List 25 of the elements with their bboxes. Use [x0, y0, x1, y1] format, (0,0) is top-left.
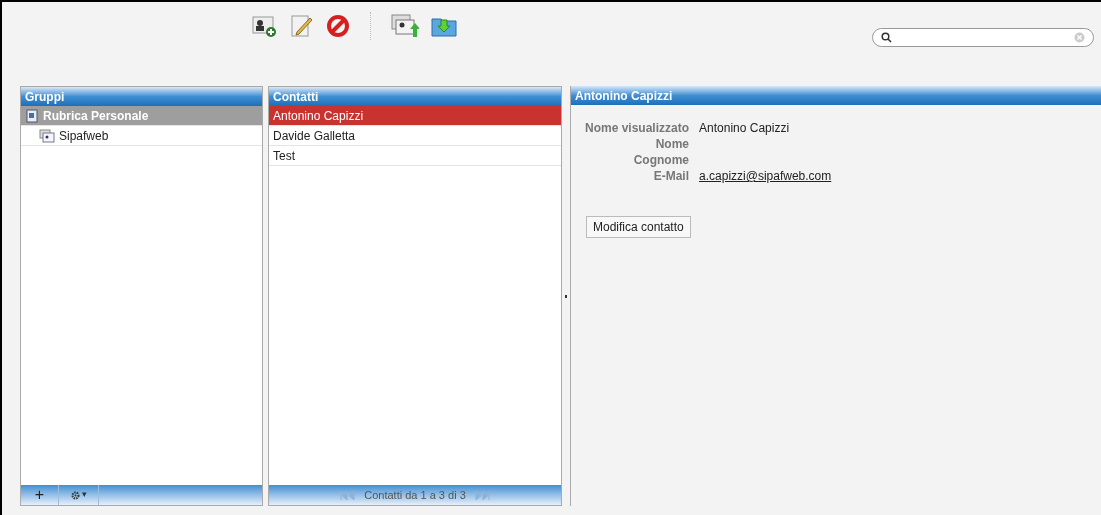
contact-item[interactable]: Antonino Capizzi [269, 106, 561, 126]
prohibited-icon[interactable] [326, 14, 350, 38]
edit-icon[interactable] [290, 14, 314, 38]
edit-contact-button[interactable]: Modifica contatto [586, 216, 691, 238]
pager-status: Contatti da 1 a 3 di 3 [364, 487, 466, 503]
settings-button[interactable]: ▾ [59, 485, 99, 505]
add-button[interactable]: + [21, 485, 59, 505]
group-icon [39, 128, 55, 143]
email-link[interactable]: a.capizzi@sipafweb.com [699, 168, 832, 184]
panel-header: Gruppi [21, 87, 262, 106]
splitter-handle[interactable] [565, 294, 567, 298]
gear-icon [70, 489, 81, 501]
add-contact-icon[interactable] [252, 14, 278, 38]
field-label: Nome visualizzato [585, 120, 690, 136]
group-item[interactable]: Sipafweb [21, 126, 262, 146]
field-value: Antonino Capizzi [699, 120, 790, 136]
address-book-icon [25, 108, 39, 123]
field-label: Cognome [632, 152, 690, 168]
field-label: E-Mail [652, 168, 690, 184]
field-label: Nome [654, 136, 690, 152]
search-icon [881, 32, 892, 43]
search-field[interactable] [872, 28, 1094, 47]
panel-header: Antonino Capizzi [571, 86, 1101, 105]
contacts-upload-icon[interactable] [391, 14, 419, 38]
panel-header: Contatti [269, 87, 561, 106]
